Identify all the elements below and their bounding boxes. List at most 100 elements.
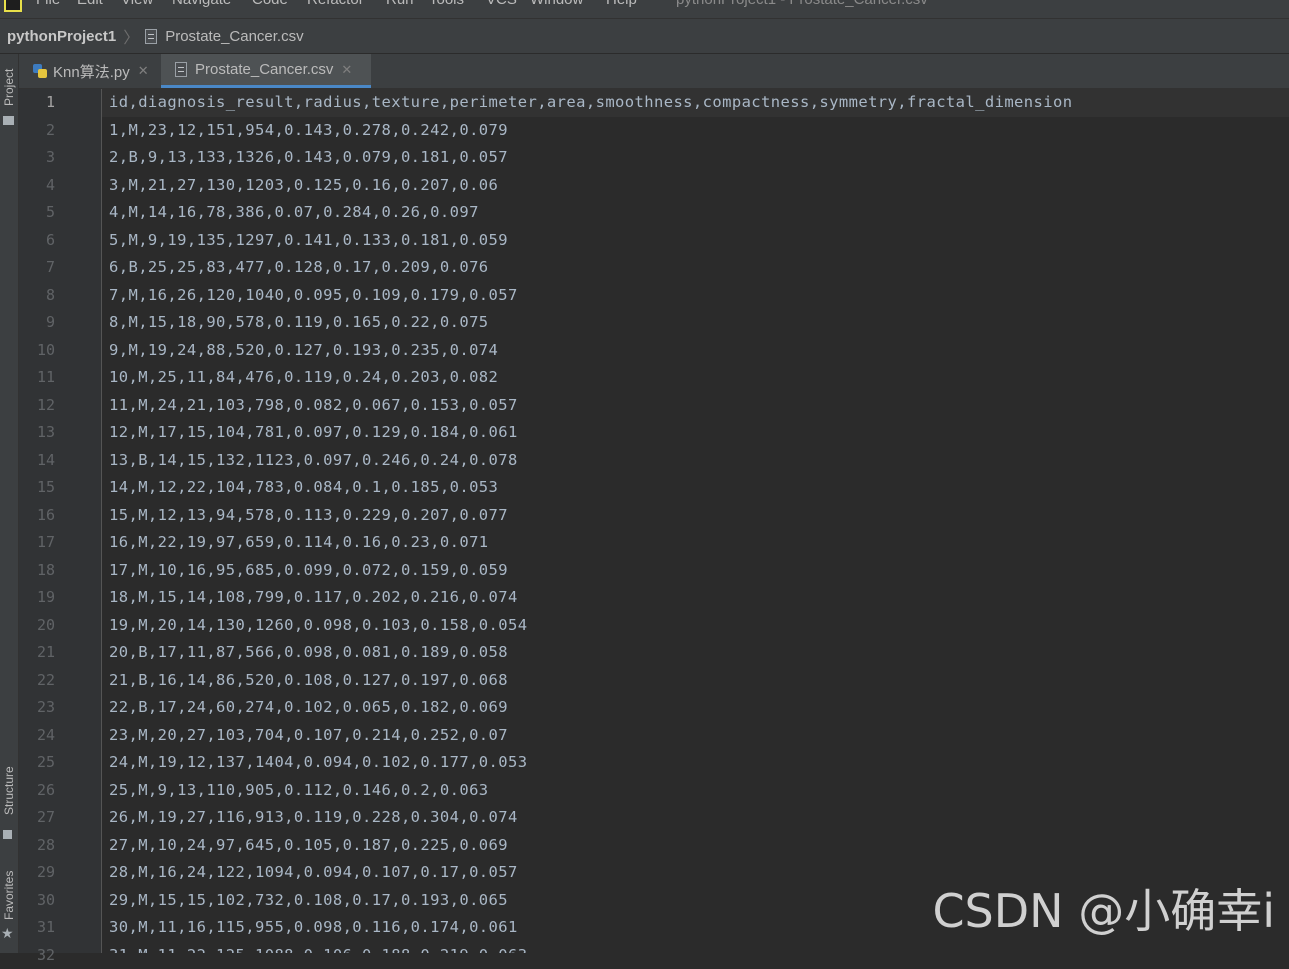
code-line: id,diagnosis_result,radius,texture,perim…	[109, 89, 1072, 117]
line-number: 16	[19, 502, 55, 530]
code-line: 8,M,15,18,90,578,0.119,0.165,0.22,0.075	[109, 309, 489, 337]
code-line: 31,M,11,22,125,1088,0.106,0.188,0.219,0.…	[109, 942, 527, 954]
code-line: 14,M,12,22,104,783,0.084,0.1,0.185,0.053	[109, 474, 498, 502]
close-icon[interactable]: ✕	[138, 63, 149, 79]
favorites-tool-tab[interactable]: Favorites	[0, 864, 18, 926]
code-line: 27,M,10,24,97,645,0.105,0.187,0.225,0.06…	[109, 832, 508, 860]
editor-tab-bar: Knn算法.py ✕ Prostate_Cancer.csv ✕	[19, 54, 1289, 89]
menu-tools[interactable]: Tools	[429, 0, 464, 8]
menu-run[interactable]: Run	[386, 0, 414, 8]
code-line: 21,B,16,14,86,520,0.108,0.127,0.197,0.06…	[109, 667, 508, 695]
code-line: 6,B,25,25,83,477,0.128,0.17,0.209,0.076	[109, 254, 489, 282]
menu-edit[interactable]: Edit	[77, 0, 103, 8]
line-number: 3	[19, 144, 55, 172]
python-file-icon	[33, 64, 47, 78]
line-number: 6	[19, 227, 55, 255]
line-number: 24	[19, 722, 55, 750]
code-line: 15,M,12,13,94,578,0.113,0.229,0.207,0.07…	[109, 502, 508, 530]
menu-navigate[interactable]: Navigate	[172, 0, 231, 8]
menu-bar: File Edit View Navigate Code Refactor Ru…	[0, 0, 1289, 19]
code-line: 28,M,16,24,122,1094,0.094,0.107,0.17,0.0…	[109, 859, 518, 887]
code-line: 13,B,14,15,132,1123,0.097,0.246,0.24,0.0…	[109, 447, 518, 475]
code-line: 16,M,22,19,97,659,0.114,0.16,0.23,0.071	[109, 529, 489, 557]
chevron-right-icon: 〉	[123, 24, 139, 48]
code-line: 12,M,17,15,104,781,0.097,0.129,0.184,0.0…	[109, 419, 518, 447]
star-icon[interactable]: ★	[1, 926, 14, 942]
code-line: 25,M,9,13,110,905,0.112,0.146,0.2,0.063	[109, 777, 489, 805]
tab-label: Prostate_Cancer.csv	[195, 61, 333, 78]
code-line: 9,M,19,24,88,520,0.127,0.193,0.235,0.074	[109, 337, 498, 365]
line-number: 29	[19, 859, 55, 887]
line-number: 32	[19, 942, 55, 969]
watermark: CSDN @小确幸i	[932, 875, 1275, 941]
line-number: 20	[19, 612, 55, 640]
structure-tool-tab[interactable]: Structure	[0, 760, 18, 822]
code-line: 1,M,23,12,151,954,0.143,0.278,0.242,0.07…	[109, 117, 508, 145]
line-number: 7	[19, 254, 55, 282]
menu-view[interactable]: View	[121, 0, 153, 8]
breadcrumb-file[interactable]: Prostate_Cancer.csv	[165, 28, 303, 45]
project-tool-tab[interactable]: Project	[0, 60, 18, 114]
line-number: 10	[19, 337, 55, 365]
menu-vcs[interactable]: VCS	[486, 0, 517, 8]
menu-file[interactable]: File	[36, 0, 60, 8]
close-icon[interactable]: ✕	[341, 62, 352, 78]
folder-icon[interactable]	[3, 116, 14, 125]
tab-knn-py[interactable]: Knn算法.py ✕	[19, 54, 160, 88]
code-line: 10,M,25,11,84,476,0.119,0.24,0.203,0.082	[109, 364, 498, 392]
tab-label: Knn算法.py	[53, 61, 130, 82]
code-line: 19,M,20,14,130,1260,0.098,0.103,0.158,0.…	[109, 612, 527, 640]
code-line: 3,M,21,27,130,1203,0.125,0.16,0.207,0.06	[109, 172, 498, 200]
structure-icon[interactable]	[3, 830, 12, 839]
line-number: 25	[19, 749, 55, 777]
menu-refactor[interactable]: Refactor	[307, 0, 364, 8]
code-line: 4,M,14,16,78,386,0.07,0.284,0.26,0.097	[109, 199, 479, 227]
window-title: pythonProject1 - Prostate_Cancer.csv	[676, 0, 928, 8]
line-number: 14	[19, 447, 55, 475]
code-line: 17,M,10,16,95,685,0.099,0.072,0.159,0.05…	[109, 557, 508, 585]
code-line: 23,M,20,27,103,704,0.107,0.214,0.252,0.0…	[109, 722, 508, 750]
code-line: 18,M,15,14,108,799,0.117,0.202,0.216,0.0…	[109, 584, 518, 612]
menu-help[interactable]: Help	[606, 0, 637, 8]
left-tool-strip: Project Structure Favorites ★	[0, 54, 19, 953]
code-line: 11,M,24,21,103,798,0.082,0.067,0.153,0.0…	[109, 392, 518, 420]
line-number: 26	[19, 777, 55, 805]
code-line: 24,M,19,12,137,1404,0.094,0.102,0.177,0.…	[109, 749, 527, 777]
menu-code[interactable]: Code	[252, 0, 288, 8]
breadcrumb-project[interactable]: pythonProject1	[7, 28, 116, 45]
code-line: 20,B,17,11,87,566,0.098,0.081,0.189,0.05…	[109, 639, 508, 667]
line-number: 13	[19, 419, 55, 447]
line-number: 22	[19, 667, 55, 695]
code-line: 5,M,9,19,135,1297,0.141,0.133,0.181,0.05…	[109, 227, 508, 255]
text-file-icon	[145, 29, 157, 44]
pycharm-logo-icon	[4, 0, 22, 12]
line-number: 18	[19, 557, 55, 585]
line-number: 2	[19, 117, 55, 145]
line-number: 17	[19, 529, 55, 557]
code-line: 30,M,11,16,115,955,0.098,0.116,0.174,0.0…	[109, 914, 518, 942]
tab-prostate-cancer-csv[interactable]: Prostate_Cancer.csv ✕	[161, 54, 371, 88]
line-number: 12	[19, 392, 55, 420]
menu-window[interactable]: Window	[530, 0, 583, 8]
code-line: 22,B,17,24,60,274,0.102,0.065,0.182,0.06…	[109, 694, 508, 722]
text-file-icon	[175, 62, 187, 77]
line-number: 15	[19, 474, 55, 502]
line-number: 4	[19, 172, 55, 200]
line-number: 31	[19, 914, 55, 942]
line-number: 1	[19, 89, 55, 117]
code-line: 26,M,19,27,116,913,0.119,0.228,0.304,0.0…	[109, 804, 518, 832]
line-number: 5	[19, 199, 55, 227]
line-number: 30	[19, 887, 55, 915]
line-number: 11	[19, 364, 55, 392]
breadcrumb: pythonProject1 〉 Prostate_Cancer.csv	[0, 19, 1289, 54]
code-line: 7,M,16,26,120,1040,0.095,0.109,0.179,0.0…	[109, 282, 518, 310]
line-number-gutter[interactable]: 1234567891011121314151617181920212223242…	[19, 89, 102, 953]
line-number: 9	[19, 309, 55, 337]
code-editor[interactable]: id,diagnosis_result,radius,texture,perim…	[102, 89, 1289, 953]
code-line: 2,B,9,13,133,1326,0.143,0.079,0.181,0.05…	[109, 144, 508, 172]
code-line: 29,M,15,15,102,732,0.108,0.17,0.193,0.06…	[109, 887, 508, 915]
line-number: 27	[19, 804, 55, 832]
line-number: 19	[19, 584, 55, 612]
line-number: 21	[19, 639, 55, 667]
line-number: 8	[19, 282, 55, 310]
